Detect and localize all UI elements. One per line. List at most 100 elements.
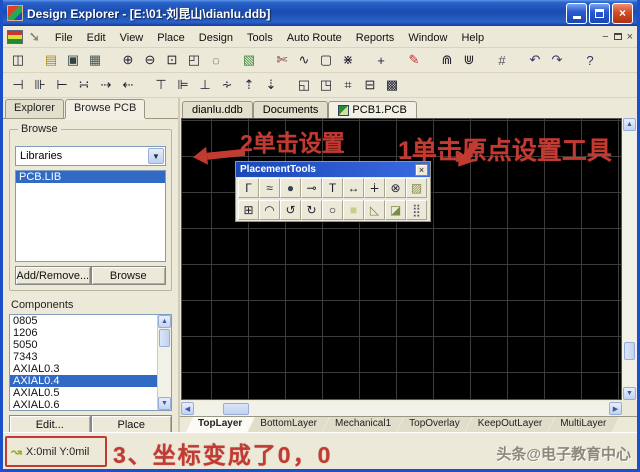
layer-tab[interactable]: TopOverlay [397, 417, 472, 432]
browse-library-icon[interactable]: ▧ [238, 50, 260, 71]
undo-icon[interactable]: ↶ [524, 50, 546, 71]
center-horizontal-icon[interactable]: ⊪ [29, 75, 51, 96]
scroll-thumb[interactable] [159, 329, 170, 347]
scroll-left-icon[interactable]: ◀ [181, 402, 194, 415]
sidebar-tab[interactable]: Explorer [5, 99, 64, 118]
mdi-minimize-button[interactable]: − [602, 31, 608, 42]
scroll-up-icon[interactable]: ▲ [158, 315, 171, 328]
align-right-icon[interactable]: ⊢ [51, 75, 73, 96]
component-list-item[interactable]: AXIAL0.3 [10, 363, 157, 375]
increase-vertical-spacing-icon[interactable]: ⇡ [238, 75, 260, 96]
library-components-icon[interactable]: ⋒ [436, 50, 458, 71]
scroll-up-icon[interactable]: ▲ [623, 118, 636, 131]
increase-horizontal-spacing-icon[interactable]: ⇢ [95, 75, 117, 96]
document-tab[interactable]: Documents [252, 101, 329, 118]
menu-item[interactable]: Place [150, 30, 192, 46]
menu-item[interactable]: Edit [80, 30, 113, 46]
highlight-pen-icon[interactable]: ✎ [403, 50, 425, 71]
document-tab[interactable]: PCB1.PCB [328, 101, 417, 118]
align-bottom-icon[interactable]: ⊥ [194, 75, 216, 96]
curve-icon[interactable]: ∿ [293, 50, 315, 71]
horizontal-scrollbar[interactable]: ◀ ▶ [181, 401, 622, 416]
component-list-item[interactable]: AXIAL0.6 [10, 399, 157, 410]
menu-item[interactable]: Tools [240, 30, 280, 46]
move-icon[interactable]: + [370, 50, 392, 71]
decrease-horizontal-spacing-icon[interactable]: ⇠ [117, 75, 139, 96]
menu-item[interactable]: Auto Route [280, 30, 349, 46]
place-dimension-icon[interactable]: ↔ [343, 178, 364, 198]
open-document-icon[interactable]: ▤ [40, 50, 62, 71]
zoom-point-icon[interactable]: ◌ [205, 50, 227, 71]
placement-array-icon[interactable]: ▩ [381, 75, 403, 96]
print-icon[interactable]: ▦ [84, 50, 106, 71]
component-list-item[interactable]: 5050 [10, 339, 157, 351]
place-via-icon[interactable]: ● [280, 178, 301, 198]
decrease-vertical-spacing-icon[interactable]: ⇣ [260, 75, 282, 96]
component-list-item[interactable]: 7343 [10, 351, 157, 363]
layer-tab[interactable]: KeepOutLayer [466, 417, 555, 432]
place-pad-icon[interactable]: ⊸ [301, 178, 322, 198]
maximize-button[interactable] [589, 2, 610, 24]
zoom-document-icon[interactable]: ◰ [183, 50, 205, 71]
library-update-icon[interactable]: ⋓ [458, 50, 480, 71]
layer-tab[interactable]: MultiLayer [548, 417, 618, 432]
align-to-grid-icon[interactable]: ⌗ [337, 75, 359, 96]
place-string-icon[interactable]: T [322, 178, 343, 198]
component-list-item[interactable]: AXIAL0.4 [10, 375, 157, 387]
nav-arrow-icon[interactable]: ➘ [29, 29, 40, 45]
redo-icon[interactable]: ↷ [546, 50, 568, 71]
scroll-down-icon[interactable]: ▼ [623, 387, 636, 400]
palette-title-bar[interactable]: PlacementTools × [236, 162, 430, 177]
layer-tab[interactable]: TopLayer [186, 417, 254, 432]
layer-tab[interactable]: BottomLayer [248, 417, 329, 432]
menu-item[interactable]: File [48, 30, 80, 46]
chevron-down-icon[interactable]: ▼ [148, 148, 164, 164]
equal-vertical-spacing-icon[interactable]: ∻ [216, 75, 238, 96]
document-tab[interactable]: dianlu.ddb [182, 101, 253, 118]
place-coordinate-icon[interactable]: ∔ [364, 178, 385, 198]
minimize-button[interactable] [566, 2, 587, 24]
set-origin-icon[interactable]: ⊗ [385, 178, 406, 198]
zoom-out-icon[interactable]: ⊖ [139, 50, 161, 71]
arc-angle-icon[interactable]: ↻ [301, 200, 322, 220]
place-fill-icon[interactable]: ■ [343, 200, 364, 220]
scroll-thumb[interactable] [223, 402, 249, 415]
space-components-icon[interactable]: ⊟ [359, 75, 381, 96]
menu-item[interactable]: Design [192, 30, 240, 46]
vertical-scrollbar[interactable]: ▲ ▼ [622, 118, 637, 400]
scroll-down-icon[interactable]: ▼ [158, 397, 171, 410]
knife-icon[interactable]: ✄ [271, 50, 293, 71]
arrange-outside-room-icon[interactable]: ◳ [315, 75, 337, 96]
split-plane-icon[interactable]: ◪ [385, 200, 406, 220]
full-circle-icon[interactable]: ○ [322, 200, 343, 220]
menu-item[interactable]: Window [401, 30, 454, 46]
components-scrollbar[interactable]: ▲ ▼ [157, 315, 171, 410]
place-track-icon[interactable]: Γ [238, 178, 259, 198]
zoom-in-icon[interactable]: ⊕ [117, 50, 139, 71]
selection-icon[interactable]: ▢ [315, 50, 337, 71]
grid-icon[interactable]: # [491, 50, 513, 71]
polygon-plane-icon[interactable]: ◺ [364, 200, 385, 220]
component-list-item[interactable]: 0805 [10, 315, 157, 327]
add-remove-button[interactable]: Add/Remove... [15, 266, 91, 285]
align-left-icon[interactable]: ⊣ [7, 75, 29, 96]
design-manager-icon[interactable]: ◫ [7, 50, 29, 71]
cross-probe-icon[interactable]: ⋇ [337, 50, 359, 71]
menu-item[interactable]: Reports [349, 30, 402, 46]
zoom-window-icon[interactable]: ⊡ [161, 50, 183, 71]
place-keepout-icon[interactable]: ≈ [259, 178, 280, 198]
menu-item[interactable]: Help [454, 30, 491, 46]
arrange-inside-room-icon[interactable]: ◱ [293, 75, 315, 96]
align-top-icon[interactable]: ⊤ [150, 75, 172, 96]
layer-tab[interactable]: Mechanical1 [323, 417, 403, 432]
pad-array-icon[interactable]: ⣿ [406, 200, 427, 220]
sidebar-tab[interactable]: Browse PCB [64, 99, 146, 118]
component-list-item[interactable]: 1206 [10, 327, 157, 339]
paste-array-icon[interactable]: ⊞ [238, 200, 259, 220]
help-icon[interactable]: ? [579, 50, 601, 71]
component-list-item[interactable]: AXIAL0.5 [10, 387, 157, 399]
scroll-thumb[interactable] [624, 342, 635, 360]
palette-close-icon[interactable]: × [415, 163, 428, 176]
center-vertical-icon[interactable]: ⊫ [172, 75, 194, 96]
arc-center-icon[interactable]: ↺ [280, 200, 301, 220]
